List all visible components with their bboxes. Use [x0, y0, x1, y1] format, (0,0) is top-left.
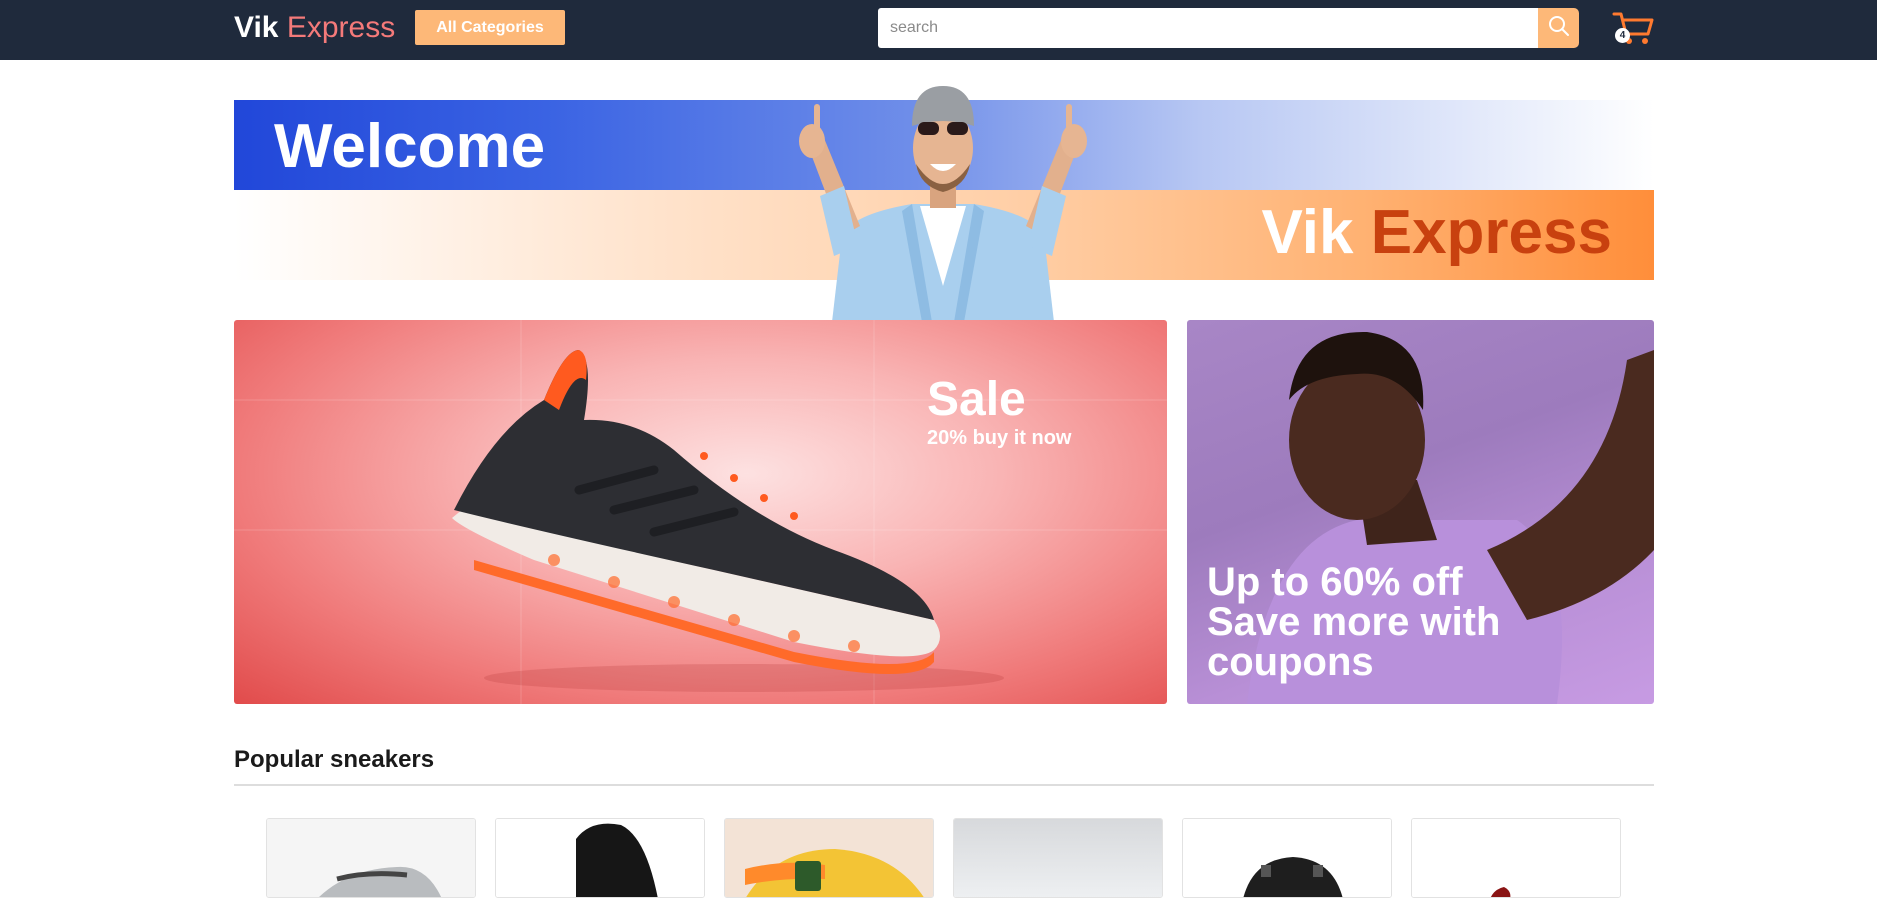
brand-heading: Vik Express: [1262, 198, 1612, 268]
coupon-promo-card[interactable]: Up to 60% off Save more with coupons: [1187, 320, 1654, 704]
sale-subheading: 20% buy it now: [927, 427, 1072, 449]
cheering-man-image: [762, 86, 1124, 322]
product-card-red-sneaker[interactable]: [1411, 818, 1621, 898]
sale-heading: Sale: [927, 373, 1026, 426]
brand-vik: Vik: [1261, 198, 1354, 267]
sale-promo-card[interactable]: Sale 20% buy it now: [234, 320, 1167, 704]
search-input[interactable]: [878, 8, 1538, 48]
section-divider: [234, 784, 1654, 786]
yellow-sneaker-image: [725, 819, 933, 897]
search-icon: [1548, 15, 1570, 42]
product-card-yellow-sneaker[interactable]: [724, 818, 934, 898]
welcome-heading: Welcome: [274, 112, 546, 181]
all-categories-button[interactable]: All Categories: [415, 10, 565, 45]
site-logo[interactable]: Vik Express: [234, 10, 395, 46]
search-button[interactable]: [1538, 8, 1579, 48]
coupon-promo-text: Up to 60% off Save more with coupons: [1207, 562, 1627, 682]
silver-sneaker-image: [267, 819, 475, 897]
black-high-top-sneaker-image: [496, 819, 704, 897]
product-card-black-sneaker[interactable]: [1182, 818, 1392, 898]
grey-sneaker-image: [954, 819, 1162, 897]
search-bar: [878, 8, 1579, 48]
welcome-banner[interactable]: Welcome Vik Express: [234, 86, 1654, 322]
product-card-silver-sneaker[interactable]: [266, 818, 476, 898]
product-card-black-high-top[interactable]: [495, 818, 705, 898]
promo-line-3: coupons: [1207, 640, 1374, 684]
promo-line-2: Save more with: [1207, 600, 1501, 644]
product-card-grey-sneaker[interactable]: [953, 818, 1163, 898]
promo-line-1: Up to 60% off: [1207, 560, 1463, 604]
top-navbar: Vik Express All Categories 4: [0, 0, 1877, 60]
cart-button[interactable]: 4: [1612, 10, 1654, 46]
sneaker-image: [234, 320, 1167, 704]
black-sneaker-image: [1183, 819, 1391, 897]
brand-express: Express: [1370, 198, 1612, 267]
popular-sneakers-heading: Popular sneakers: [234, 746, 435, 773]
logo-vik: Vik: [234, 11, 279, 44]
cart-count-badge: 4: [1615, 28, 1630, 43]
logo-express: Express: [286, 11, 396, 44]
red-sneaker-image: [1412, 819, 1620, 897]
